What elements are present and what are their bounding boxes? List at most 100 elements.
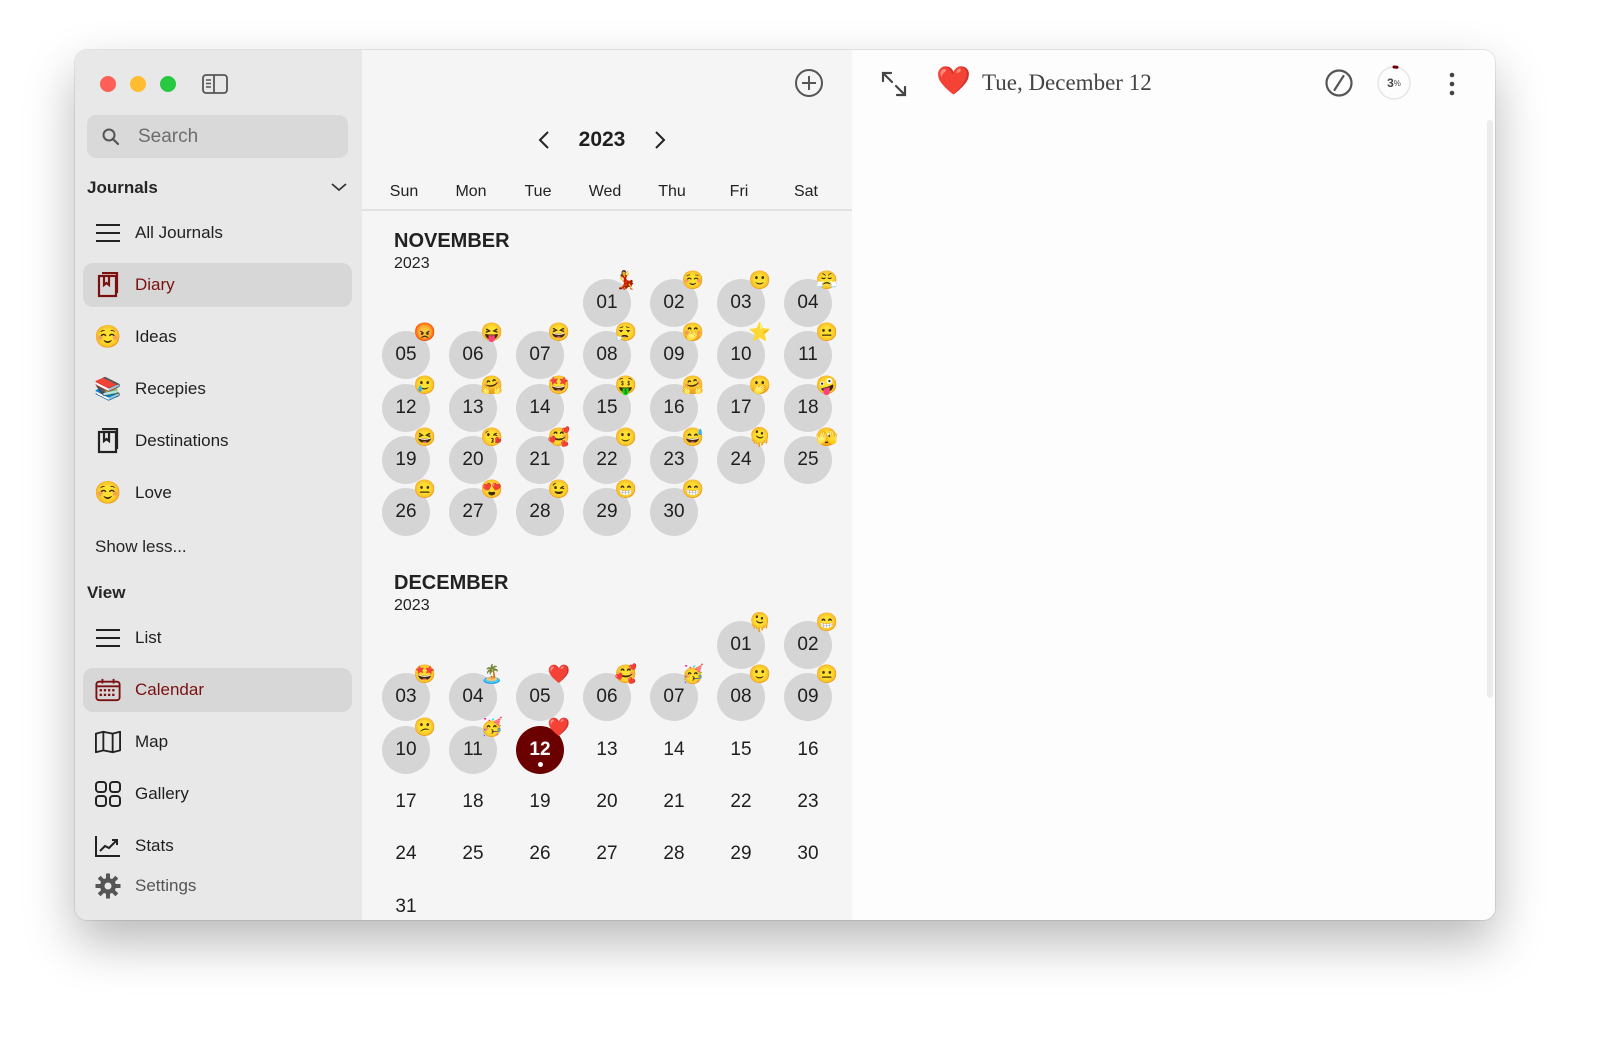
- mood-heart-icon[interactable]: ❤️: [936, 64, 971, 97]
- smiling-face-emoji-icon: ☺️: [94, 480, 122, 505]
- calendar-day[interactable]: 22: [717, 778, 765, 826]
- calendar-day[interactable]: 03 🤩: [382, 665, 436, 722]
- calendar-day[interactable]: 30: [784, 830, 832, 878]
- calendar-day[interactable]: 30 😁: [650, 480, 704, 537]
- calendar-day-today[interactable]: 12 ❤️: [516, 718, 570, 774]
- show-less-link[interactable]: Show less...: [95, 537, 187, 557]
- mood-emoji-icon: 😐: [815, 664, 838, 685]
- calendar-day[interactable]: 18 🤪: [784, 376, 838, 432]
- sidebar-item-love[interactable]: ☺️ Love: [83, 471, 352, 515]
- calendar-day[interactable]: 29 😁: [583, 480, 637, 537]
- calendar-day[interactable]: 19: [516, 778, 564, 826]
- calendar-day[interactable]: 05 ❤️: [516, 665, 570, 722]
- calendar-day[interactable]: 13 🤗: [449, 376, 503, 432]
- previous-year-icon[interactable]: [537, 130, 551, 150]
- calendar-day[interactable]: 16: [784, 726, 832, 774]
- no-edit-icon[interactable]: [1324, 68, 1354, 98]
- calendar-day[interactable]: 16 🤗: [650, 376, 704, 432]
- add-entry-icon[interactable]: [794, 68, 824, 98]
- calendar-day[interactable]: 20: [583, 778, 631, 826]
- calendar-day[interactable]: 14 🤩: [516, 376, 570, 432]
- calendar-day[interactable]: 26 😐: [382, 480, 436, 537]
- sidebar-item-ideas[interactable]: ☺️ Ideas: [83, 315, 352, 359]
- calendar-day[interactable]: 24 🫠: [717, 428, 771, 484]
- calendar-day[interactable]: 07 🥳: [650, 665, 704, 722]
- month-year: 2023: [394, 255, 430, 272]
- calendar-day[interactable]: 24: [382, 830, 430, 878]
- weekday-header: Sun Mon Tue Wed Thu Fri Sat: [362, 183, 852, 211]
- chevron-down-icon[interactable]: [330, 181, 348, 193]
- sidebar-item-stats[interactable]: Stats: [83, 824, 352, 868]
- calendar-day[interactable]: 25: [449, 830, 497, 878]
- calendar-day[interactable]: 21: [650, 778, 698, 826]
- calendar-day[interactable]: 10 😕: [382, 718, 436, 774]
- calendar-day[interactable]: 15 🤑: [583, 376, 637, 432]
- calendar-day[interactable]: 09 😐: [784, 665, 838, 722]
- calendar-day[interactable]: 05 😡: [382, 323, 436, 380]
- mood-emoji-icon: 🙂: [614, 426, 637, 447]
- sidebar-toggle-icon[interactable]: [202, 74, 228, 94]
- calendar-day[interactable]: 04 🏝️: [449, 665, 503, 722]
- calendar-day[interactable]: 28 😉: [516, 480, 570, 537]
- expand-icon[interactable]: [880, 70, 908, 98]
- calendar-day[interactable]: 27 😍: [449, 480, 503, 537]
- calendar-day[interactable]: 03 🙂: [717, 271, 771, 327]
- calendar-day[interactable]: 28: [650, 830, 698, 878]
- calendar-day[interactable]: 18: [449, 778, 497, 826]
- calendar-day[interactable]: 11 😐: [784, 323, 838, 380]
- calendar-day[interactable]: 08 😮‍💨: [583, 323, 637, 380]
- sidebar-item-gallery[interactable]: Gallery: [83, 772, 352, 816]
- calendar-day[interactable]: 06 🥰: [583, 665, 637, 722]
- calendar-day[interactable]: 09 🤭: [650, 323, 704, 380]
- calendar-day[interactable]: 17: [382, 778, 430, 826]
- weekday-label: Sat: [793, 183, 818, 200]
- calendar-day[interactable]: 15: [717, 726, 765, 774]
- sidebar-item-diary[interactable]: Diary: [83, 263, 352, 307]
- calendar-day[interactable]: 25 🫣: [784, 428, 838, 484]
- sidebar-item-map[interactable]: Map: [83, 720, 352, 764]
- sidebar-item-calendar[interactable]: Calendar: [83, 668, 352, 712]
- calendar-day[interactable]: 04 😤: [784, 271, 838, 327]
- calendar-day[interactable]: 02 ☺️: [650, 271, 704, 327]
- sidebar-item-all-journals[interactable]: All Journals: [83, 211, 352, 255]
- more-options-icon[interactable]: [1444, 70, 1460, 98]
- sidebar-item-destinations[interactable]: Destinations: [83, 419, 352, 463]
- calendar-day[interactable]: 14: [650, 726, 698, 774]
- mood-emoji-icon: 🙂: [748, 664, 771, 685]
- search-input[interactable]: [136, 124, 340, 149]
- sidebar-item-list[interactable]: List: [83, 616, 352, 660]
- calendar-day[interactable]: 31: [382, 883, 430, 921]
- calendar-day[interactable]: 06 😝: [449, 323, 503, 380]
- calendar-day[interactable]: 07 😆: [516, 323, 570, 380]
- calendar-day[interactable]: 19 😆: [382, 428, 436, 484]
- calendar-day[interactable]: 13: [583, 726, 631, 774]
- calendar-day[interactable]: 02 😁: [784, 613, 838, 669]
- calendar-day[interactable]: 17 🫢: [717, 376, 771, 432]
- calendar-day[interactable]: 01 🫠: [717, 613, 771, 669]
- day-number: 16: [663, 396, 685, 418]
- calendar-day[interactable]: 01 💃: [583, 271, 637, 327]
- close-window-button[interactable]: [100, 76, 116, 92]
- sidebar-item-recepies[interactable]: 📚 Recepies: [83, 367, 352, 411]
- calendar-day[interactable]: 10 ⭐: [717, 323, 771, 380]
- calendar-day[interactable]: 26: [516, 830, 564, 878]
- minimize-window-button[interactable]: [130, 76, 146, 92]
- calendar-day[interactable]: 12 🥲: [382, 376, 436, 432]
- search-field[interactable]: [87, 115, 348, 158]
- day-number: 27: [462, 501, 484, 523]
- calendar-day[interactable]: 27: [583, 830, 631, 878]
- calendar-day[interactable]: 22 🙂: [583, 428, 637, 484]
- settings-button[interactable]: Settings: [95, 873, 196, 899]
- calendar-day[interactable]: 08 🙂: [717, 665, 771, 722]
- zoom-window-button[interactable]: [160, 76, 176, 92]
- calendar-day[interactable]: 23: [784, 778, 832, 826]
- scrollbar[interactable]: [1487, 120, 1493, 698]
- calendar-day[interactable]: 29: [717, 830, 765, 878]
- day-number: 06: [596, 686, 618, 708]
- calendar-day[interactable]: 23 😅: [650, 428, 704, 484]
- next-year-icon[interactable]: [653, 130, 667, 150]
- progress-ring[interactable]: 3%: [1376, 65, 1412, 101]
- calendar-day[interactable]: 20 😘: [449, 428, 503, 484]
- calendar-day[interactable]: 21 🥰: [516, 428, 570, 484]
- calendar-day[interactable]: 11 🥳: [449, 718, 503, 774]
